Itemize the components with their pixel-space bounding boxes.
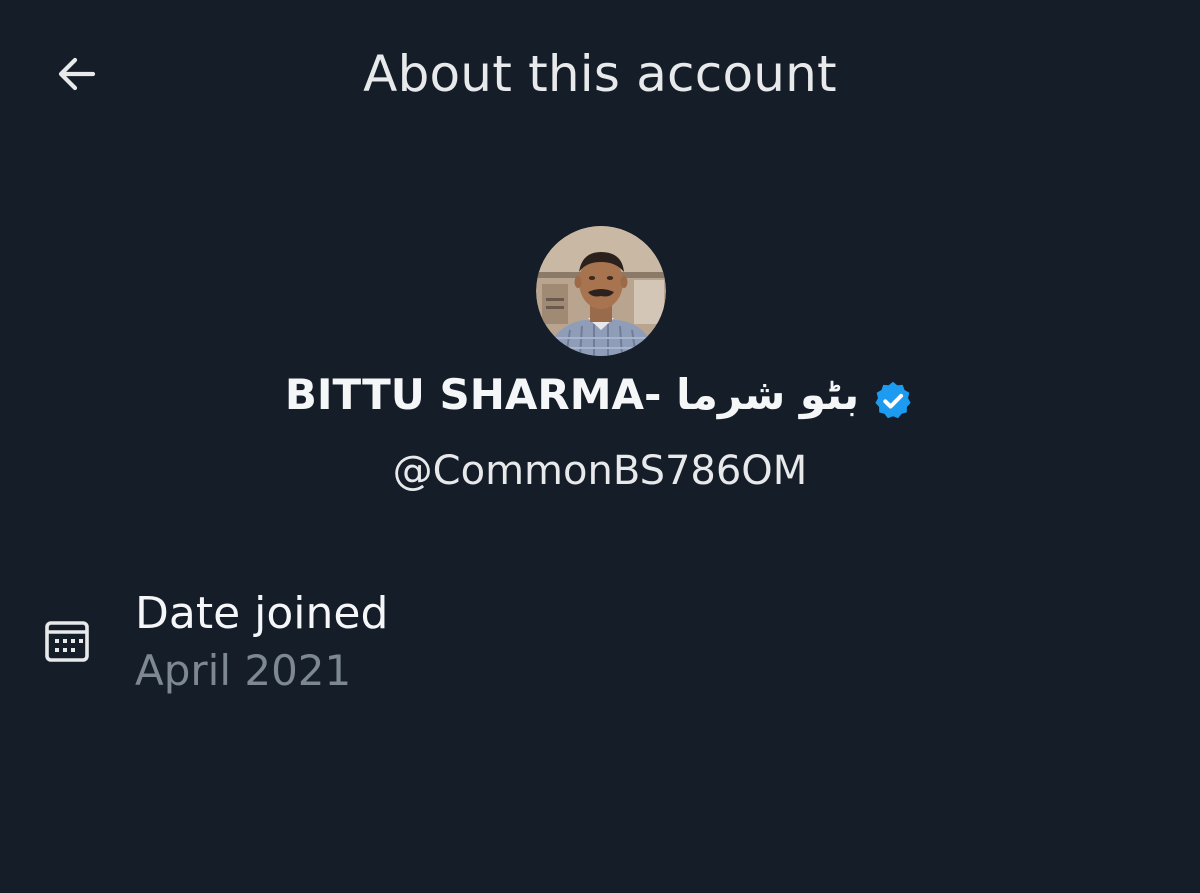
calendar-icon	[45, 621, 89, 662]
top-bar: About this account	[0, 0, 1200, 150]
profile-photo	[536, 226, 666, 356]
display-name-row: BITTU SHARMA- بٹو شرما	[0, 366, 1200, 424]
date-joined-value: April 2021	[135, 646, 352, 695]
page-title: About this account	[363, 45, 837, 103]
date-joined-row: Date joined April 2021	[40, 582, 1160, 702]
verified-badge-icon[interactable]	[871, 379, 915, 423]
avatar[interactable]	[536, 226, 666, 356]
account-handle: @CommonBS786OM	[392, 448, 808, 494]
date-joined-label: Date joined	[135, 588, 389, 639]
display-name: BITTU SHARMA- بٹو شرما	[284, 370, 860, 419]
about-account-screen: About this account BITTU SHARMA- بٹو شرم…	[0, 0, 1200, 893]
